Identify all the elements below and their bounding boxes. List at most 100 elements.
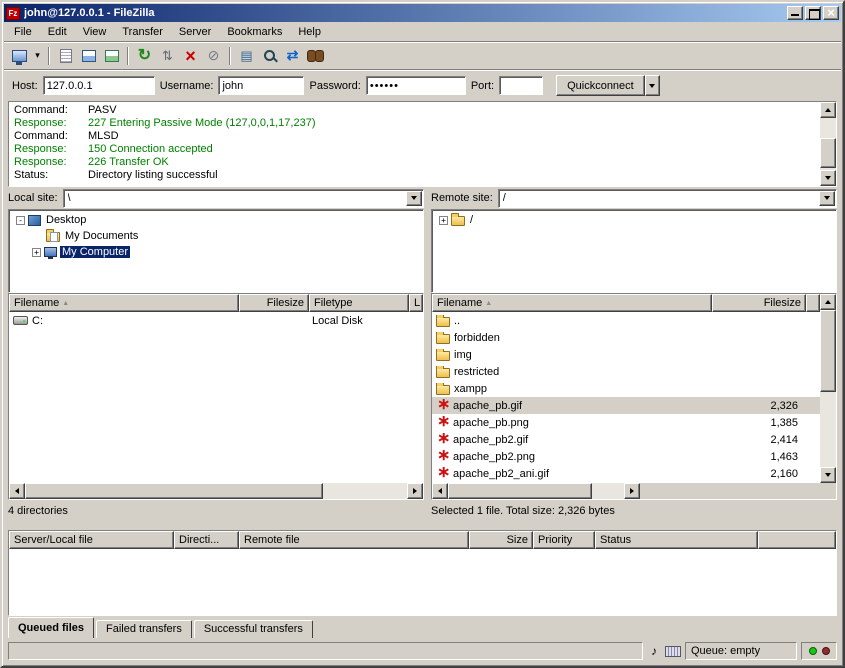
tab-queued-files[interactable]: Queued files — [8, 617, 94, 638]
scroll-up-button[interactable] — [820, 102, 836, 118]
file-name: .. — [454, 315, 460, 327]
column-header-filetype[interactable]: Filetype — [309, 294, 409, 312]
column-header-filesize[interactable]: Filesize — [712, 294, 806, 312]
password-input[interactable] — [366, 76, 466, 95]
toolbar-button-toggle-local-tree[interactable] — [77, 45, 100, 67]
keypad-icon[interactable] — [665, 646, 681, 657]
remote-scrollbar[interactable] — [820, 294, 836, 483]
menu-item-bookmarks[interactable]: Bookmarks — [219, 23, 290, 41]
toolbar-button-site-manager-dropdown[interactable] — [31, 45, 44, 67]
log-line-text: PASV — [88, 104, 117, 117]
tree-section: -DesktopMy Documents+My Computer +/ — [4, 209, 841, 293]
scroll-thumb[interactable] — [820, 138, 836, 168]
toolbar-button-compare[interactable] — [258, 45, 281, 67]
file-row-apache-pb2-gif[interactable]: apache_pb2.gif2,414 — [432, 431, 820, 448]
scroll-down-button[interactable] — [820, 170, 836, 186]
column-header-l[interactable]: L — [409, 294, 423, 312]
tree-item-desktop[interactable]: -Desktop — [9, 212, 423, 228]
queue-tabs: Queued filesFailed transfersSuccessful t… — [4, 616, 841, 638]
scroll-left-button[interactable] — [9, 483, 25, 499]
file-row-apache-pb2-png[interactable]: apache_pb2.png1,463 — [432, 448, 820, 465]
username-input[interactable] — [218, 76, 304, 95]
column-header-remote-file[interactable]: Remote file — [239, 531, 469, 549]
collapse-icon[interactable]: - — [16, 216, 25, 225]
local-site-dropdown[interactable] — [406, 191, 422, 206]
maximize-button[interactable] — [805, 6, 821, 20]
scroll-track[interactable] — [448, 483, 624, 499]
file-row-restricted[interactable]: restricted — [432, 363, 820, 380]
scroll-thumb[interactable] — [25, 483, 323, 499]
tab-failed-transfers[interactable]: Failed transfers — [96, 620, 192, 638]
scroll-left-button[interactable] — [432, 483, 448, 499]
expand-icon[interactable]: + — [32, 248, 41, 257]
toolbar-button-refresh[interactable] — [133, 45, 156, 67]
toolbar-button-toggle-message-log[interactable] — [54, 45, 77, 67]
toolbar-button-toggle-queue[interactable] — [235, 45, 258, 67]
host-input[interactable] — [43, 76, 155, 95]
title-bar[interactable]: john@127.0.0.1 - FileZilla — [4, 4, 841, 22]
file-row-c[interactable]: C:Local Disk — [9, 312, 423, 329]
splitter[interactable] — [4, 522, 841, 530]
toolbar-button-site-manager[interactable] — [8, 45, 31, 67]
local-site-combo[interactable]: \ — [63, 189, 424, 208]
port-input[interactable] — [499, 76, 543, 95]
scroll-thumb[interactable] — [820, 310, 836, 392]
toolbar-button-sync-browsing[interactable] — [281, 45, 304, 67]
file-row-apache-pb-png[interactable]: apache_pb.png1,385 — [432, 414, 820, 431]
sync-browsing-icon — [287, 47, 299, 64]
scroll-up-button[interactable] — [820, 294, 836, 310]
scroll-right-button[interactable] — [407, 483, 423, 499]
audio-notification-icon[interactable] — [647, 644, 661, 658]
column-header-priority[interactable]: Priority — [533, 531, 595, 549]
menu-item-help[interactable]: Help — [290, 23, 329, 41]
tab-successful-transfers[interactable]: Successful transfers — [194, 620, 313, 638]
expand-icon[interactable]: + — [439, 216, 448, 225]
column-header-size[interactable]: Size — [469, 531, 533, 549]
scroll-right-button[interactable] — [624, 483, 640, 499]
file-row-parent-directory[interactable]: .. — [432, 312, 820, 329]
file-name: apache_pb.png — [453, 417, 529, 429]
column-header-filename[interactable]: Filename▲ — [9, 294, 239, 312]
menu-item-edit[interactable]: Edit — [40, 23, 75, 41]
scroll-down-button[interactable] — [820, 467, 836, 483]
scrollbar-filler — [640, 483, 820, 499]
toolbar-button-find[interactable] — [304, 45, 327, 67]
scroll-track[interactable] — [820, 118, 836, 170]
tree-item-my-computer[interactable]: +My Computer — [9, 244, 423, 260]
menu-item-transfer[interactable]: Transfer — [114, 23, 171, 41]
file-row-apache-pb2-ani-gif[interactable]: apache_pb2_ani.gif2,160 — [432, 465, 820, 482]
column-header-server-local-file[interactable]: Server/Local file — [9, 531, 174, 549]
close-button[interactable] — [823, 6, 839, 20]
file-row-img[interactable]: img — [432, 346, 820, 363]
arrow-up-icon — [825, 108, 831, 112]
toolbar-button-process-queue[interactable] — [156, 45, 179, 67]
column-header-filesize[interactable]: Filesize — [239, 294, 309, 312]
log-scrollbar[interactable] — [820, 102, 836, 186]
local-hscroll[interactable] — [9, 483, 423, 499]
file-row-apache-pb-gif[interactable]: apache_pb.gif2,326 — [432, 397, 820, 414]
quickconnect-button[interactable]: Quickconnect — [556, 75, 645, 96]
file-row-xampp[interactable]: xampp — [432, 380, 820, 397]
remote-site-combo[interactable]: / — [498, 189, 837, 208]
menu-item-view[interactable]: View — [75, 23, 115, 41]
folder-icon — [451, 216, 465, 226]
column-header-filename[interactable]: Filename▲ — [432, 294, 712, 312]
scroll-track[interactable] — [25, 483, 407, 499]
toolbar-button-disconnect[interactable] — [202, 45, 225, 67]
column-header-directi[interactable]: Directi... — [174, 531, 239, 549]
remote-hscroll[interactable] — [432, 483, 640, 499]
scroll-track[interactable] — [820, 310, 836, 467]
menu-item-file[interactable]: File — [6, 23, 40, 41]
column-header-status[interactable]: Status — [595, 531, 758, 549]
quickconnect-dropdown[interactable] — [645, 75, 660, 96]
tree-item-root[interactable]: +/ — [432, 212, 836, 228]
scroll-thumb[interactable] — [448, 483, 592, 499]
list-section: Filename▲FilesizeFiletypeL C:Local Disk … — [4, 293, 841, 500]
remote-site-dropdown[interactable] — [819, 191, 835, 206]
menu-item-server[interactable]: Server — [171, 23, 219, 41]
toolbar-button-toggle-remote-tree[interactable] — [100, 45, 123, 67]
toolbar-button-cancel[interactable] — [179, 45, 202, 67]
tree-item-my-documents[interactable]: My Documents — [9, 228, 423, 244]
file-row-forbidden[interactable]: forbidden — [432, 329, 820, 346]
minimize-button[interactable] — [787, 6, 803, 20]
